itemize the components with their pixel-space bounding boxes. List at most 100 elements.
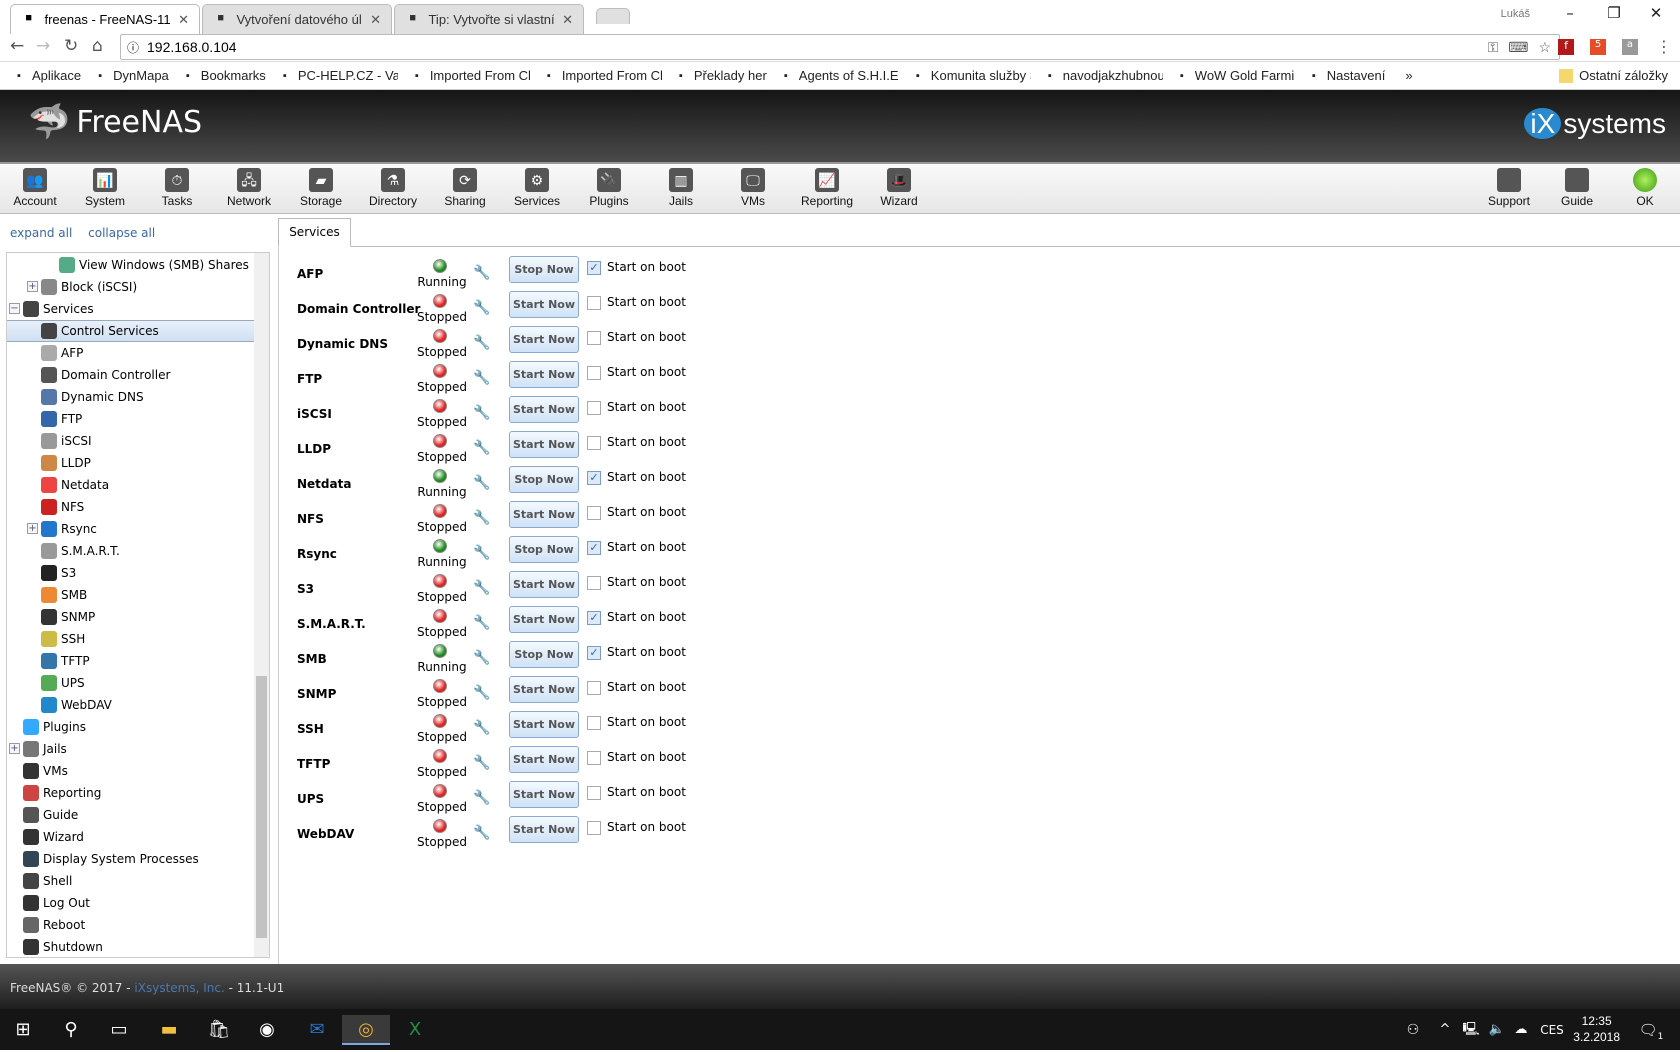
start-on-boot-checkbox[interactable] — [587, 576, 601, 590]
sidebar-item[interactable]: WebDAV — [41, 694, 112, 716]
sidebar-item[interactable]: Display System Processes — [23, 848, 199, 870]
toolbar-services[interactable]: ⚙ Services — [504, 168, 570, 208]
sidebar-item[interactable]: FTP — [41, 408, 82, 430]
stop-now-button[interactable]: Stop Now — [509, 256, 579, 283]
browser-tab[interactable]: ■freenas - FreeNAS-11.1-U✕ — [10, 4, 200, 34]
start-now-button[interactable]: Start Now — [509, 816, 579, 843]
wrench-icon[interactable]: 🔧 — [473, 405, 490, 421]
sidebar-item[interactable]: Reboot — [23, 914, 85, 936]
chrome-icon[interactable]: ◎ — [342, 1015, 390, 1045]
sidebar-item[interactable]: Jails — [23, 738, 67, 760]
toolbar-sharing[interactable]: ⟳ Sharing — [432, 168, 498, 208]
start-on-boot-checkbox[interactable] — [587, 366, 601, 380]
new-tab-button[interactable] — [596, 8, 630, 24]
start-on-boot-checkbox[interactable]: ✓ — [587, 261, 601, 275]
wrench-icon[interactable]: 🔧 — [473, 440, 490, 456]
start-on-boot-checkbox[interactable]: ✓ — [587, 471, 601, 485]
toolbar-plugins[interactable]: 🔌 Plugins — [576, 168, 642, 208]
toolbar-storage[interactable]: ▰ Storage — [288, 168, 354, 208]
minimize-button[interactable]: – — [1550, 4, 1590, 22]
steam-icon[interactable]: ◉ — [252, 1015, 282, 1045]
start-on-boot-checkbox[interactable] — [587, 436, 601, 450]
tree-expander[interactable]: + — [9, 743, 20, 754]
sidebar-item[interactable]: Guide — [23, 804, 78, 826]
bookmark-item[interactable]: ▪ Aplikace — [12, 68, 81, 83]
wrench-icon[interactable]: 🔧 — [473, 685, 490, 701]
sidebar-item[interactable]: SSH — [41, 628, 85, 650]
stop-now-button[interactable]: Stop Now — [509, 536, 579, 563]
bookmark-item[interactable]: ▪ Bookmarks — [181, 68, 266, 83]
restore-button[interactable]: ❐ — [1594, 4, 1634, 22]
sidebar-item[interactable]: View Windows (SMB) Shares — [59, 254, 249, 276]
extension-icon[interactable]: a — [1622, 39, 1638, 55]
sidebar-item[interactable]: Block (iSCSI) — [41, 276, 137, 298]
language-indicator[interactable]: CES — [1535, 1015, 1569, 1045]
reload-icon[interactable]: ↻ — [64, 36, 78, 56]
start-now-button[interactable]: Start Now — [509, 711, 579, 738]
sidebar-item[interactable]: Rsync — [41, 518, 97, 540]
sidebar-item[interactable]: S.M.A.R.T. — [41, 540, 120, 562]
bookmark-item[interactable]: ▪ Překlady her — [674, 68, 767, 83]
sidebar-item[interactable]: Reporting — [23, 782, 101, 804]
sidebar-item[interactable]: Domain Controller — [41, 364, 170, 386]
wrench-icon[interactable]: 🔧 — [473, 265, 490, 281]
menu-icon[interactable]: ⋮ — [1656, 37, 1672, 56]
stop-now-button[interactable]: Stop Now — [509, 641, 579, 668]
start-on-boot-checkbox[interactable]: ✓ — [587, 541, 601, 555]
start-on-boot-checkbox[interactable] — [587, 681, 601, 695]
people-icon[interactable]: ⚇ — [1398, 1015, 1428, 1045]
search-icon[interactable]: ⚲ — [56, 1015, 86, 1045]
sidebar-item[interactable]: Netdata — [41, 474, 109, 496]
bookmark-item[interactable]: ▪WoW Gold Farming 6 — [1175, 68, 1295, 83]
start-on-boot-checkbox[interactable] — [587, 506, 601, 520]
notifications-icon[interactable]: 🗨1 — [1636, 1015, 1666, 1045]
home-icon[interactable]: ⌂ — [92, 36, 103, 56]
wrench-icon[interactable]: 🔧 — [473, 720, 490, 736]
tree-expander[interactable]: + — [27, 281, 38, 292]
sidebar-item[interactable]: NFS — [41, 496, 84, 518]
sidebar-item[interactable]: UPS — [41, 672, 85, 694]
toolbar-jails[interactable]: ▥ Jails — [648, 168, 714, 208]
translate-icon[interactable]: ⌨ — [1508, 39, 1528, 56]
sidebar-item[interactable]: iSCSI — [41, 430, 92, 452]
ixsystems-link[interactable]: iXsystems, Inc. — [134, 981, 224, 995]
start-now-button[interactable]: Start Now — [509, 431, 579, 458]
sidebar-item[interactable]: AFP — [41, 342, 83, 364]
bookmark-item[interactable]: ▪ DynMapa — [93, 68, 169, 83]
flash-extension-icon[interactable]: f — [1558, 39, 1574, 55]
bookmark-item[interactable]: ▪Agents of S.H.I.E.L.D S — [779, 68, 899, 83]
wrench-icon[interactable]: 🔧 — [473, 475, 490, 491]
close-tab-icon[interactable]: ✕ — [370, 12, 381, 28]
start-now-button[interactable]: Start Now — [509, 571, 579, 598]
bookmarks-overflow[interactable]: » — [1405, 68, 1412, 83]
wrench-icon[interactable]: 🔧 — [473, 650, 490, 666]
start-on-boot-checkbox[interactable] — [587, 331, 601, 345]
start-on-boot-checkbox[interactable]: ✓ — [587, 646, 601, 660]
sidebar-item[interactable]: Shutdown — [23, 936, 103, 957]
stop-now-button[interactable]: Stop Now — [509, 466, 579, 493]
bookmark-item[interactable]: ▪Komunita služby Stea — [911, 68, 1031, 83]
html5-extension-icon[interactable]: 5 — [1590, 39, 1606, 55]
sidebar-scrollbar-thumb[interactable] — [256, 676, 267, 938]
start-on-boot-checkbox[interactable] — [587, 296, 601, 310]
toolbar-support[interactable]: Support — [1476, 168, 1542, 208]
toolbar-ok[interactable]: OK — [1612, 168, 1678, 208]
wrench-icon[interactable]: 🔧 — [473, 300, 490, 316]
sidebar-item[interactable]: SNMP — [41, 606, 95, 628]
toolbar-reporting[interactable]: 📈 Reporting — [794, 168, 860, 208]
clock[interactable]: 12:35 3.2.2018 — [1573, 1013, 1620, 1045]
wrench-icon[interactable]: 🔧 — [473, 545, 490, 561]
bookmark-item[interactable]: ▪ Nastavení — [1307, 68, 1386, 83]
start-on-boot-checkbox[interactable]: ✓ — [587, 611, 601, 625]
bookmark-item[interactable]: ▪Imported From Chror — [410, 68, 530, 83]
freenas-logo[interactable]: 🦈 FreeNAS — [28, 102, 202, 142]
tree-expander[interactable]: + — [27, 523, 38, 534]
start-now-button[interactable]: Start Now — [509, 396, 579, 423]
sidebar-item[interactable]: VMs — [23, 760, 68, 782]
start-now-button[interactable]: Start Now — [509, 746, 579, 773]
close-window-button[interactable]: ✕ — [1636, 4, 1676, 22]
tab-services[interactable]: Services — [278, 218, 351, 247]
sidebar-item[interactable]: SMB — [41, 584, 87, 606]
start-now-button[interactable]: Start Now — [509, 326, 579, 353]
excel-icon[interactable]: X — [400, 1015, 430, 1045]
